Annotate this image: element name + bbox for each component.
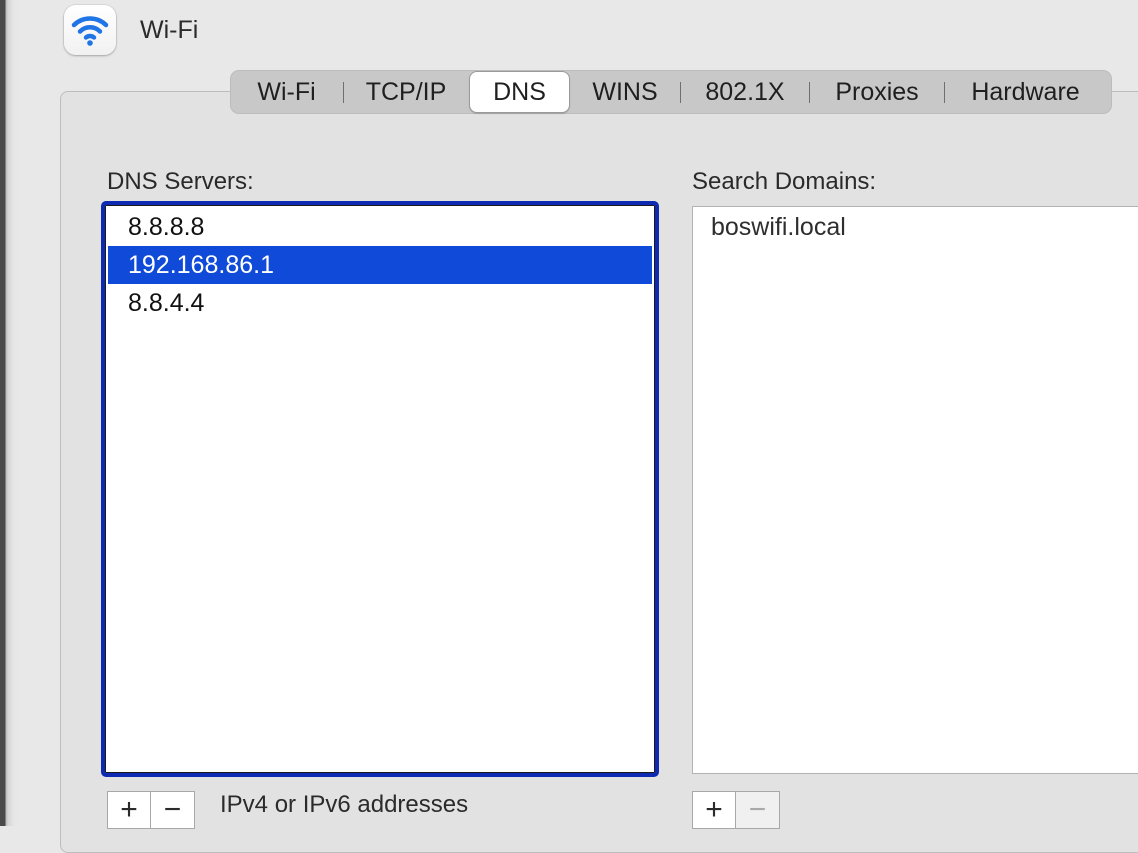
add-dns-server-button[interactable]: + — [107, 791, 151, 829]
dns-servers-label: DNS Servers: — [107, 168, 254, 195]
remove-search-domain-button[interactable]: − — [736, 791, 780, 829]
dns-hint-text: IPv4 or IPv6 addresses — [220, 791, 469, 818]
tab-wifi[interactable]: Wi-Fi — [230, 70, 343, 114]
window-header: Wi-Fi — [64, 4, 198, 56]
tab-proxies[interactable]: Proxies — [810, 70, 944, 114]
tab-wins[interactable]: WINS — [570, 70, 680, 114]
dns-server-row[interactable]: 8.8.4.4 — [108, 284, 652, 322]
dns-server-address: 8.8.4.4 — [128, 288, 205, 317]
left-window-edge — [0, 0, 18, 826]
tab-tcpip[interactable]: TCP/IP — [344, 70, 468, 114]
dns-servers-list[interactable]: 8.8.8.8 192.168.86.1 8.8.4.4 — [101, 201, 659, 777]
dns-add-remove-buttons: + − — [107, 791, 195, 829]
search-domains-label: Search Domains: — [692, 168, 877, 195]
add-search-domain-button[interactable]: + — [692, 791, 736, 829]
tab-bar: Wi-Fi TCP/IP DNS WINS 802.1X Proxies Har… — [230, 70, 1112, 114]
search-domains-list[interactable]: boswifi.local — [692, 206, 1138, 774]
remove-dns-server-button[interactable]: − — [151, 791, 195, 829]
dns-server-address: 8.8.8.8 — [128, 212, 205, 241]
tab-dns[interactable]: DNS — [469, 71, 570, 113]
dns-server-address: 192.168.86.1 — [128, 250, 274, 279]
search-domain-item[interactable]: boswifi.local — [711, 213, 846, 242]
dns-server-row-selected[interactable]: 192.168.86.1 — [108, 246, 652, 284]
search-add-remove-buttons: + − — [692, 791, 780, 829]
dns-server-row[interactable]: 8.8.8.8 — [108, 208, 652, 246]
wifi-icon — [64, 5, 116, 55]
tab-8021x[interactable]: 802.1X — [681, 70, 809, 114]
window-title: Wi-Fi — [140, 15, 199, 44]
tab-hardware[interactable]: Hardware — [945, 70, 1106, 114]
